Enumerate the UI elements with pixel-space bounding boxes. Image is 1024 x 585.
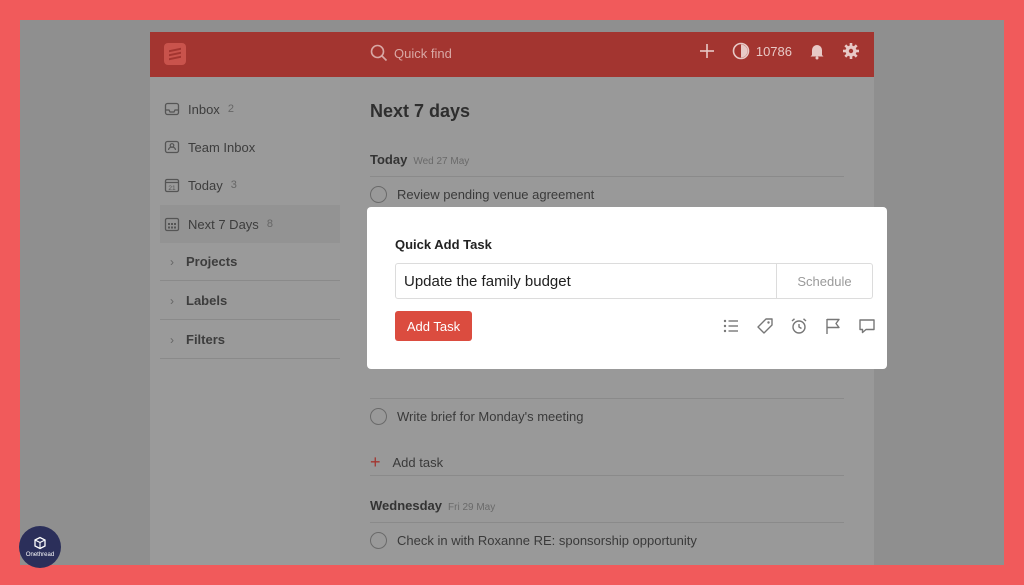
sidebar-item-next-7-days[interactable]: Next 7 Days 8 <box>160 205 340 243</box>
section-label: Labels <box>186 293 228 308</box>
onethread-logo: Onethread <box>19 526 61 568</box>
sidebar-item-label: Team Inbox <box>188 139 256 155</box>
day-header-wednesday: Wednesday Fri 29 May <box>370 498 495 513</box>
alarm-clock-icon[interactable] <box>789 316 809 336</box>
bell-icon[interactable] <box>808 42 826 60</box>
task-text: Check in with Roxanne RE: sponsorship op… <box>397 533 697 548</box>
svg-text:21: 21 <box>168 185 176 192</box>
add-task-submit-button[interactable]: Add Task <box>395 311 472 341</box>
sidebar-item-count: 8 <box>266 218 273 230</box>
page-title: Next 7 days <box>370 101 471 121</box>
sidebar-item-count: 2 <box>227 103 234 115</box>
todoist-logo-icon[interactable] <box>164 43 186 65</box>
add-task-label: Add task <box>392 454 444 470</box>
karma-button[interactable]: 10786 <box>732 42 792 60</box>
quick-find-search[interactable]: Quick find <box>370 44 452 62</box>
top-bar: Quick find 10786 <box>150 32 874 77</box>
gear-icon[interactable] <box>842 42 860 60</box>
sidebar-section-filters[interactable]: › Filters <box>160 321 340 359</box>
section-label: Projects <box>186 254 238 269</box>
sidebar: Inbox 2 Team Inbox 21 Today 3 Next 7 Day… <box>150 77 340 565</box>
sidebar-item-label: Inbox <box>188 101 220 117</box>
screen-overlay: Quick find 10786 Inbox 2 Team Inbox 21 T… <box>20 20 1004 565</box>
dialog-title: Quick Add Task <box>395 237 492 252</box>
task-input-wrapper: Schedule <box>395 263 873 299</box>
task-row[interactable]: Check in with Roxanne RE: sponsorship op… <box>370 522 844 558</box>
karma-count: 10786 <box>755 43 792 59</box>
brand-label: Onethread <box>25 552 55 558</box>
quick-add-task-dialog: Quick Add Task Schedule Add Task <box>367 207 887 369</box>
label-tag-icon[interactable] <box>755 316 775 336</box>
task-options-toolbar <box>721 316 877 336</box>
task-checkbox[interactable] <box>370 408 387 425</box>
sidebar-section-projects[interactable]: › Projects <box>160 243 340 281</box>
chevron-right-icon: › <box>170 332 174 347</box>
team-inbox-icon <box>164 140 180 154</box>
day-name: Wednesday <box>370 498 443 513</box>
sidebar-item-today[interactable]: 21 Today 3 <box>164 170 340 200</box>
schedule-button[interactable]: Schedule <box>776 264 872 298</box>
sidebar-item-count: 3 <box>230 179 237 191</box>
plus-icon[interactable] <box>698 42 716 60</box>
plus-icon: + <box>370 452 381 472</box>
top-bar-actions: 10786 <box>698 42 860 60</box>
sidebar-item-label: Today <box>188 177 223 193</box>
task-row[interactable]: Write brief for Monday's meeting <box>370 398 844 434</box>
task-text: Review pending venue agreement <box>397 187 595 202</box>
day-date: Wed 27 May <box>413 156 470 167</box>
divider <box>370 475 844 476</box>
karma-icon <box>732 42 750 60</box>
inbox-icon <box>164 102 180 116</box>
day-name: Today <box>370 152 408 167</box>
day-header-today: Today Wed 27 May <box>370 152 469 167</box>
calendar-week-icon <box>164 217 180 232</box>
onethread-logo-icon <box>34 536 46 550</box>
chevron-right-icon: › <box>170 254 174 269</box>
sidebar-item-inbox[interactable]: Inbox 2 <box>164 94 340 124</box>
task-checkbox[interactable] <box>370 186 387 203</box>
task-text: Write brief for Monday's meeting <box>397 409 584 424</box>
search-placeholder: Quick find <box>394 45 452 61</box>
comment-icon[interactable] <box>857 316 877 336</box>
sidebar-section-labels[interactable]: › Labels <box>160 282 340 320</box>
sidebar-item-team-inbox[interactable]: Team Inbox <box>164 132 340 162</box>
section-label: Filters <box>186 332 226 347</box>
search-icon <box>370 44 388 62</box>
task-name-input[interactable] <box>396 264 776 298</box>
flag-icon[interactable] <box>823 316 843 336</box>
add-task-button[interactable]: + Add task <box>370 452 444 472</box>
sidebar-item-label: Next 7 Days <box>188 216 259 232</box>
day-date: Fri 29 May <box>448 502 496 513</box>
calendar-today-icon: 21 <box>164 178 180 193</box>
project-list-icon[interactable] <box>721 316 741 336</box>
task-checkbox[interactable] <box>370 532 387 549</box>
chevron-right-icon: › <box>170 293 174 308</box>
